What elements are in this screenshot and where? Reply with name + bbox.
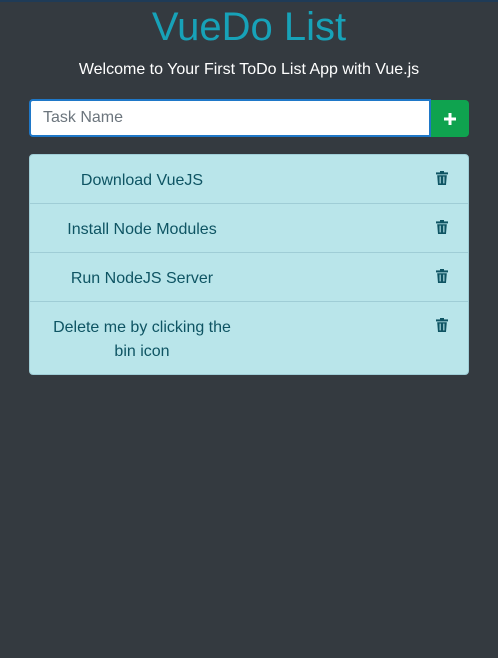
trash-icon [436, 220, 448, 234]
delete-task-button[interactable] [433, 315, 451, 335]
plus-icon [444, 112, 456, 125]
task-item: Run NodeJS Server [30, 252, 468, 301]
task-item: Delete me by clicking the bin icon [30, 301, 468, 374]
app-subtitle: Welcome to Your First ToDo List App with… [78, 61, 420, 78]
task-name-input[interactable] [29, 99, 431, 137]
trash-icon [436, 269, 448, 283]
add-task-button[interactable] [431, 100, 469, 137]
task-label: Delete me by clicking the bin icon [53, 319, 231, 360]
task-item: Install Node Modules [30, 203, 468, 252]
delete-task-button[interactable] [433, 168, 451, 188]
delete-task-button[interactable] [433, 217, 451, 237]
task-label: Download VueJS [80, 172, 204, 189]
trash-icon [436, 171, 448, 185]
task-list: Download VueJS Install Node Modules Run … [29, 154, 469, 375]
task-label: Run NodeJS Server [70, 270, 214, 287]
delete-task-button[interactable] [433, 266, 451, 286]
trash-icon [436, 318, 448, 332]
task-label: Install Node Modules [67, 221, 217, 238]
task-item: Download VueJS [30, 155, 468, 203]
app-title: VueDo List [151, 5, 347, 49]
